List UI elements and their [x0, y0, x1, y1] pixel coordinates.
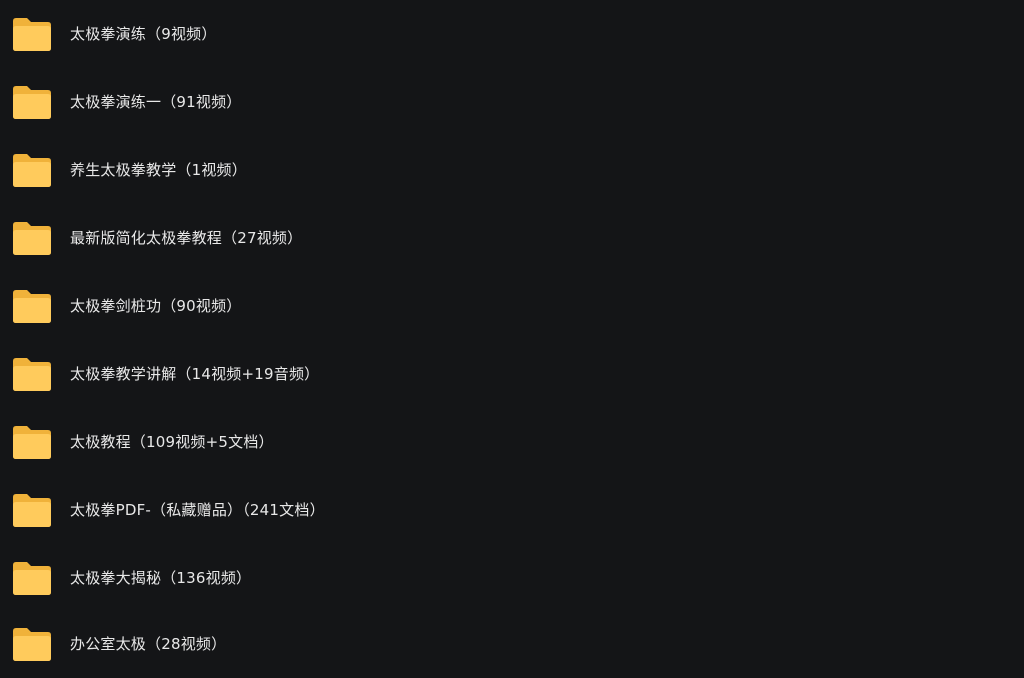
- folder-label: 太极拳演练一（91视频）: [70, 93, 242, 111]
- folder-row[interactable]: 太极拳剑桩功（90视频）: [0, 272, 1024, 340]
- folder-icon: [13, 628, 51, 661]
- folder-row[interactable]: 养生太极拳教学（1视频）: [0, 136, 1024, 204]
- folder-icon: [13, 154, 51, 187]
- folder-label: 太极拳PDF-（私藏赠品）（241文档）: [70, 501, 325, 519]
- folder-label: 最新版简化太极拳教程（27视频）: [70, 229, 303, 247]
- folder-label: 养生太极拳教学（1视频）: [70, 161, 247, 179]
- folder-row[interactable]: 太极拳演练一（91视频）: [0, 68, 1024, 136]
- folder-icon: [13, 18, 51, 51]
- folder-list: 太极拳演练（9视频） 太极拳演练一（91视频） 养生太极拳教学（1视频） 最新版…: [0, 0, 1024, 676]
- folder-label: 太极拳演练（9视频）: [70, 25, 217, 43]
- folder-icon: [13, 494, 51, 527]
- folder-row[interactable]: 太极拳教学讲解（14视频+19音频）: [0, 340, 1024, 408]
- folder-row[interactable]: 太极拳演练（9视频）: [0, 0, 1024, 68]
- folder-label: 太极教程（109视频+5文档）: [70, 433, 274, 451]
- folder-row[interactable]: 最新版简化太极拳教程（27视频）: [0, 204, 1024, 272]
- folder-row[interactable]: 办公室太极（28视频）: [0, 610, 1024, 678]
- folder-icon: [13, 290, 51, 323]
- folder-icon: [13, 562, 51, 595]
- folder-label: 太极拳大揭秘（136视频）: [70, 569, 252, 587]
- folder-label: 太极拳剑桩功（90视频）: [70, 297, 242, 315]
- folder-icon: [13, 358, 51, 391]
- folder-label: 太极拳教学讲解（14视频+19音频）: [70, 365, 320, 383]
- folder-row[interactable]: 太极教程（109视频+5文档）: [0, 408, 1024, 476]
- folder-icon: [13, 86, 51, 119]
- folder-row[interactable]: 太极拳大揭秘（136视频）: [0, 544, 1024, 612]
- folder-row[interactable]: 太极拳PDF-（私藏赠品）（241文档）: [0, 476, 1024, 544]
- folder-label: 办公室太极（28视频）: [70, 635, 227, 653]
- folder-icon: [13, 426, 51, 459]
- folder-icon: [13, 222, 51, 255]
